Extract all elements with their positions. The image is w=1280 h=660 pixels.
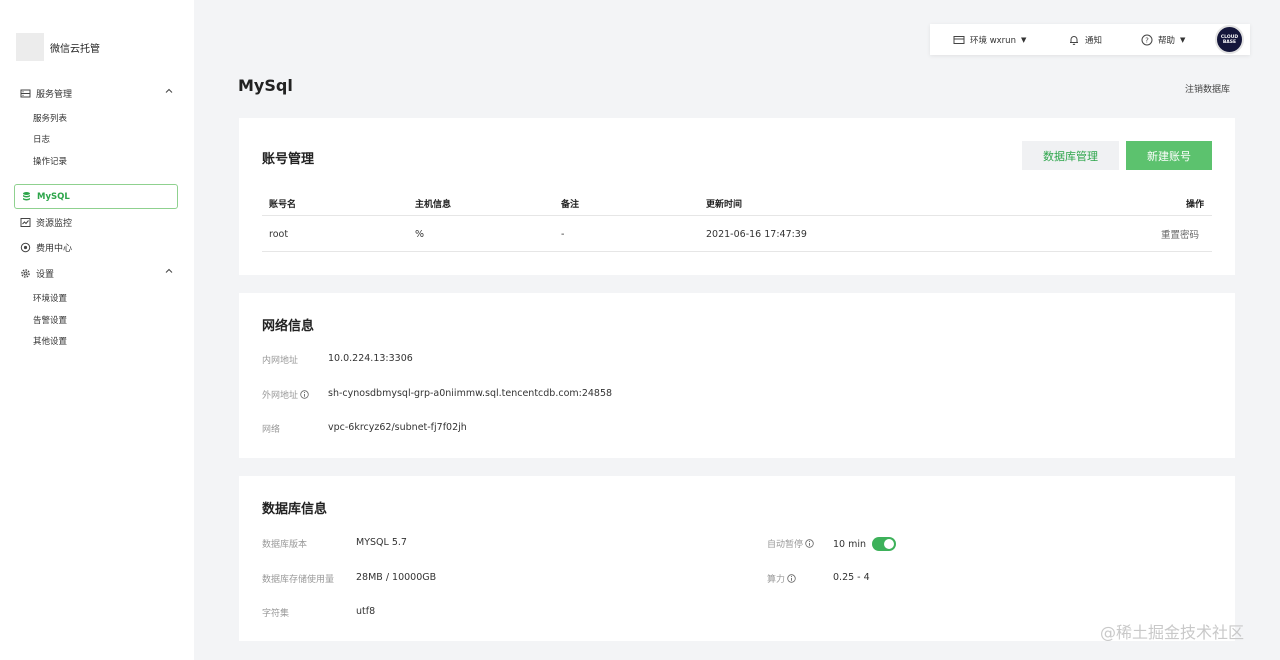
table-row: root % - 2021-06-16 17:47:39 重置密码 bbox=[262, 217, 1212, 252]
sidebar-item-resource-monitor[interactable]: 资源监控 bbox=[20, 212, 176, 232]
column-header: 主机信息 bbox=[415, 199, 452, 210]
sidebar-item-label: 费用中心 bbox=[36, 243, 73, 254]
charset-value: utf8 bbox=[356, 606, 376, 617]
internal-address-label: 内网地址 bbox=[262, 356, 299, 366]
top-bar: 环境 wxrun ▼ 通知 ? 帮助 ▼ CLOUD BASE bbox=[930, 24, 1250, 55]
notification-label: 通知 bbox=[1085, 35, 1103, 46]
sidebar-item-label: 服务管理 bbox=[36, 89, 73, 100]
page-title: MySql bbox=[238, 76, 293, 95]
caret-down-icon: ▼ bbox=[1020, 35, 1027, 44]
gear-icon bbox=[20, 268, 31, 279]
column-header: 账号名 bbox=[269, 199, 297, 210]
monitor-icon bbox=[20, 217, 31, 228]
compute-value: 0.25 - 4 bbox=[833, 572, 870, 583]
billing-icon bbox=[20, 242, 31, 253]
toggle-knob bbox=[884, 539, 895, 549]
auto-pause-label: 自动暂停 bbox=[767, 537, 814, 550]
column-header: 备注 bbox=[561, 199, 580, 210]
environment-icon bbox=[953, 34, 965, 46]
deregister-database-link[interactable]: 注销数据库 bbox=[1185, 82, 1230, 95]
sidebar: 微信云托管 服务管理 服务列表 日志 操作记录 MySQL 资源监控 费用中心 … bbox=[0, 0, 194, 660]
auto-pause-toggle[interactable] bbox=[872, 537, 897, 551]
column-header: 更新时间 bbox=[706, 199, 743, 210]
updated-time: 2021-06-16 17:47:39 bbox=[706, 228, 807, 240]
caret-down-icon: ▼ bbox=[1180, 35, 1186, 44]
env-label: 环境 wxrun bbox=[970, 35, 1016, 46]
sidebar-item-billing[interactable]: 费用中心 bbox=[20, 237, 176, 257]
section-title-database: 数据库信息 bbox=[262, 502, 328, 517]
network-value: vpc-6krcyz62/subnet-fj7f02jh bbox=[328, 422, 467, 433]
sidebar-item-service-management[interactable]: 服务管理 bbox=[20, 83, 176, 103]
external-address-label: 外网地址 bbox=[262, 388, 309, 401]
database-management-button[interactable]: 数据库管理 bbox=[1022, 141, 1119, 170]
section-title-network: 网络信息 bbox=[262, 319, 315, 334]
sidebar-item-mysql[interactable]: MySQL bbox=[14, 184, 178, 209]
database-info-card: 数据库信息 数据库版本 MYSQL 5.7 数据库存储使用量 28MB / 10… bbox=[239, 476, 1235, 641]
db-version-label: 数据库版本 bbox=[262, 540, 308, 550]
new-account-button[interactable]: 新建账号 bbox=[1126, 141, 1212, 170]
table-header: 账号名 主机信息 备注 更新时间 操作 bbox=[262, 191, 1212, 216]
auto-pause-value: 10 min bbox=[833, 537, 897, 551]
sidebar-item-label: 设置 bbox=[36, 269, 55, 280]
sidebar-item-env-settings[interactable]: 环境设置 bbox=[33, 292, 67, 306]
info-icon[interactable] bbox=[300, 390, 309, 399]
info-icon[interactable] bbox=[805, 539, 814, 548]
bell-icon bbox=[1068, 34, 1080, 46]
info-icon[interactable] bbox=[787, 574, 796, 583]
sidebar-item-settings[interactable]: 设置 bbox=[20, 263, 176, 283]
sidebar-item-label: MySQL bbox=[37, 191, 70, 202]
sidebar-item-label: 资源监控 bbox=[36, 218, 73, 229]
brand-logo bbox=[16, 33, 44, 61]
account-name: root bbox=[269, 228, 289, 240]
db-storage-label: 数据库存储使用量 bbox=[262, 575, 335, 585]
notification-button[interactable]: 通知 bbox=[1068, 24, 1102, 55]
help-menu[interactable]: ? 帮助 ▼ bbox=[1141, 24, 1185, 55]
sidebar-item-logs[interactable]: 日志 bbox=[33, 133, 50, 147]
column-header: 操作 bbox=[1185, 199, 1204, 210]
database-icon bbox=[21, 191, 32, 202]
server-icon bbox=[20, 88, 31, 99]
host-info: % bbox=[415, 228, 425, 240]
watermark: @稀土掘金技术社区 bbox=[1100, 623, 1245, 642]
brand[interactable]: 微信云托管 bbox=[16, 33, 100, 61]
reset-password-link[interactable]: 重置密码 bbox=[1161, 217, 1199, 251]
sidebar-item-service-list[interactable]: 服务列表 bbox=[33, 112, 67, 126]
avatar[interactable]: CLOUD BASE bbox=[1215, 25, 1244, 54]
section-title-accounts: 账号管理 bbox=[262, 152, 315, 167]
chevron-up-icon[interactable] bbox=[164, 266, 174, 276]
brand-name: 微信云托管 bbox=[50, 43, 100, 55]
sidebar-item-other-settings[interactable]: 其他设置 bbox=[33, 335, 67, 349]
account-management-card: 账号管理 数据库管理 新建账号 账号名 主机信息 备注 更新时间 操作 root… bbox=[239, 118, 1235, 275]
network-label: 网络 bbox=[262, 425, 281, 435]
sidebar-item-operation-records[interactable]: 操作记录 bbox=[33, 155, 67, 169]
svg-text:?: ? bbox=[1145, 36, 1149, 44]
db-version-value: MYSQL 5.7 bbox=[356, 537, 407, 548]
internal-address-value: 10.0.224.13:3306 bbox=[328, 353, 413, 364]
sidebar-item-alert-settings[interactable]: 告警设置 bbox=[33, 314, 67, 328]
external-address-value: sh-cynosdbmysql-grp-a0niimmw.sql.tencent… bbox=[328, 388, 613, 399]
chevron-up-icon[interactable] bbox=[164, 86, 174, 96]
help-label: 帮助 bbox=[1158, 35, 1176, 46]
env-switcher[interactable]: 环境 wxrun ▼ bbox=[953, 24, 1026, 55]
help-icon: ? bbox=[1141, 34, 1153, 46]
charset-label: 字符集 bbox=[262, 609, 290, 619]
db-storage-value: 28MB / 10000GB bbox=[356, 572, 437, 583]
compute-label: 算力 bbox=[767, 572, 796, 585]
remark: - bbox=[561, 228, 565, 240]
network-info-card: 网络信息 内网地址 10.0.224.13:3306 外网地址 sh-cynos… bbox=[239, 293, 1235, 458]
